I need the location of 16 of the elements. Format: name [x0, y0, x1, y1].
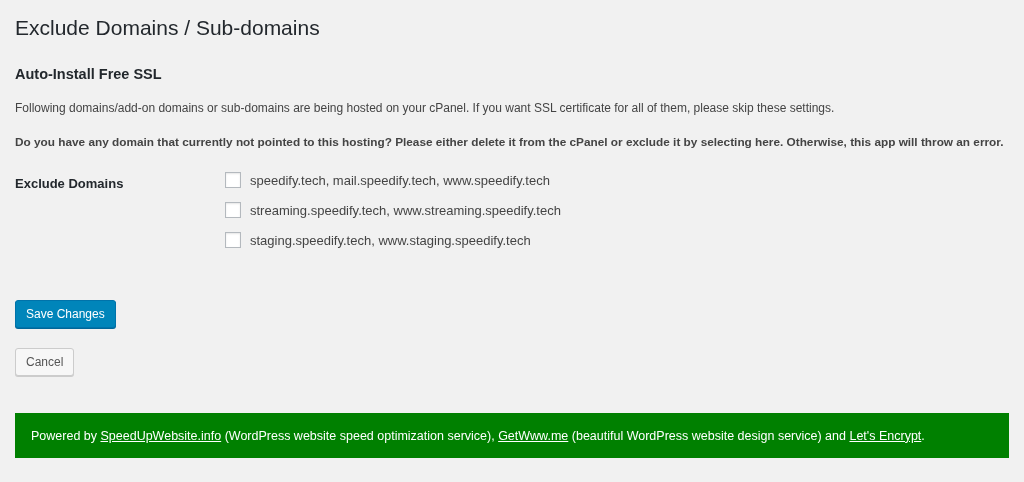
cancel-button[interactable]: Cancel	[15, 348, 75, 376]
page-title: Exclude Domains / Sub-domains	[15, 15, 321, 41]
warning-text: Do you have any domain that currently not pointed to this hosting? Please either delete it from the cPanel or exclude it by selecting here. Otherwise, this app will throw an error.	[15, 134, 1005, 150]
save-button[interactable]: Save Changes	[15, 300, 116, 328]
intro-text: Following domains/add-on domains or sub-domains are being hosted on your cPanel. If you want SSL certificate for all of them, please skip these settings.	[15, 100, 836, 116]
checkbox-label[interactable]: speedify.tech, mail.speedify.tech, www.speedify.tech	[250, 172, 550, 188]
section-title: Auto-Install Free SSL	[15, 65, 163, 84]
field-label: Exclude Domains	[15, 175, 125, 193]
footer-link[interactable]: SpeedUpWebsite.info	[100, 428, 222, 443]
footer-link[interactable]: GetWww.me	[498, 428, 569, 443]
checkbox[interactable]	[225, 172, 241, 188]
checkbox[interactable]	[225, 202, 241, 218]
checkbox[interactable]	[225, 232, 241, 248]
checkbox-label[interactable]: streaming.speedify.tech, www.streaming.speedify.tech	[250, 202, 561, 218]
checkbox-label[interactable]: staging.speedify.tech, www.staging.speedify.tech	[250, 232, 531, 248]
footer-text: Powered by SpeedUpWebsite.info (WordPress website speed optimization service), GetWww.me (beautiful WordPress website design service) and Let's Encrypt.	[31, 428, 925, 443]
